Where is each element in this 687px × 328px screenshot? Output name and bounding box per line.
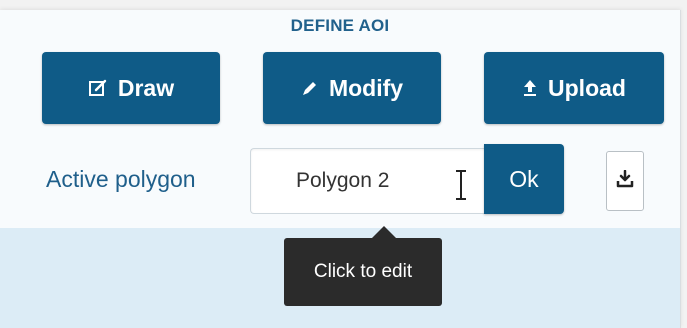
pencil-icon: [301, 79, 319, 97]
ok-button-label: Ok: [509, 165, 539, 192]
active-polygon-input[interactable]: [251, 149, 487, 213]
upload-icon: [522, 79, 538, 97]
ok-button[interactable]: Ok: [484, 144, 564, 214]
download-icon: [616, 169, 634, 193]
draw-button[interactable]: Draw: [42, 52, 220, 124]
text-cursor-icon: [454, 170, 468, 200]
upload-button[interactable]: Upload: [484, 52, 664, 124]
upload-button-label: Upload: [548, 74, 626, 101]
tooltip-text: Click to edit: [313, 261, 413, 282]
modify-button-label: Modify: [328, 74, 404, 101]
active-polygon-label: Active polygon: [46, 166, 196, 192]
edit-square-icon: [88, 78, 108, 98]
download-button[interactable]: [606, 151, 644, 211]
modify-button[interactable]: Modify: [263, 52, 441, 124]
active-polygon-field[interactable]: [250, 148, 487, 214]
edit-tooltip: Click to edit: [284, 238, 442, 306]
tooltip-arrow: [372, 226, 396, 238]
section-title: DEFINE AOI: [290, 16, 390, 35]
draw-button-label: Draw: [117, 74, 175, 101]
